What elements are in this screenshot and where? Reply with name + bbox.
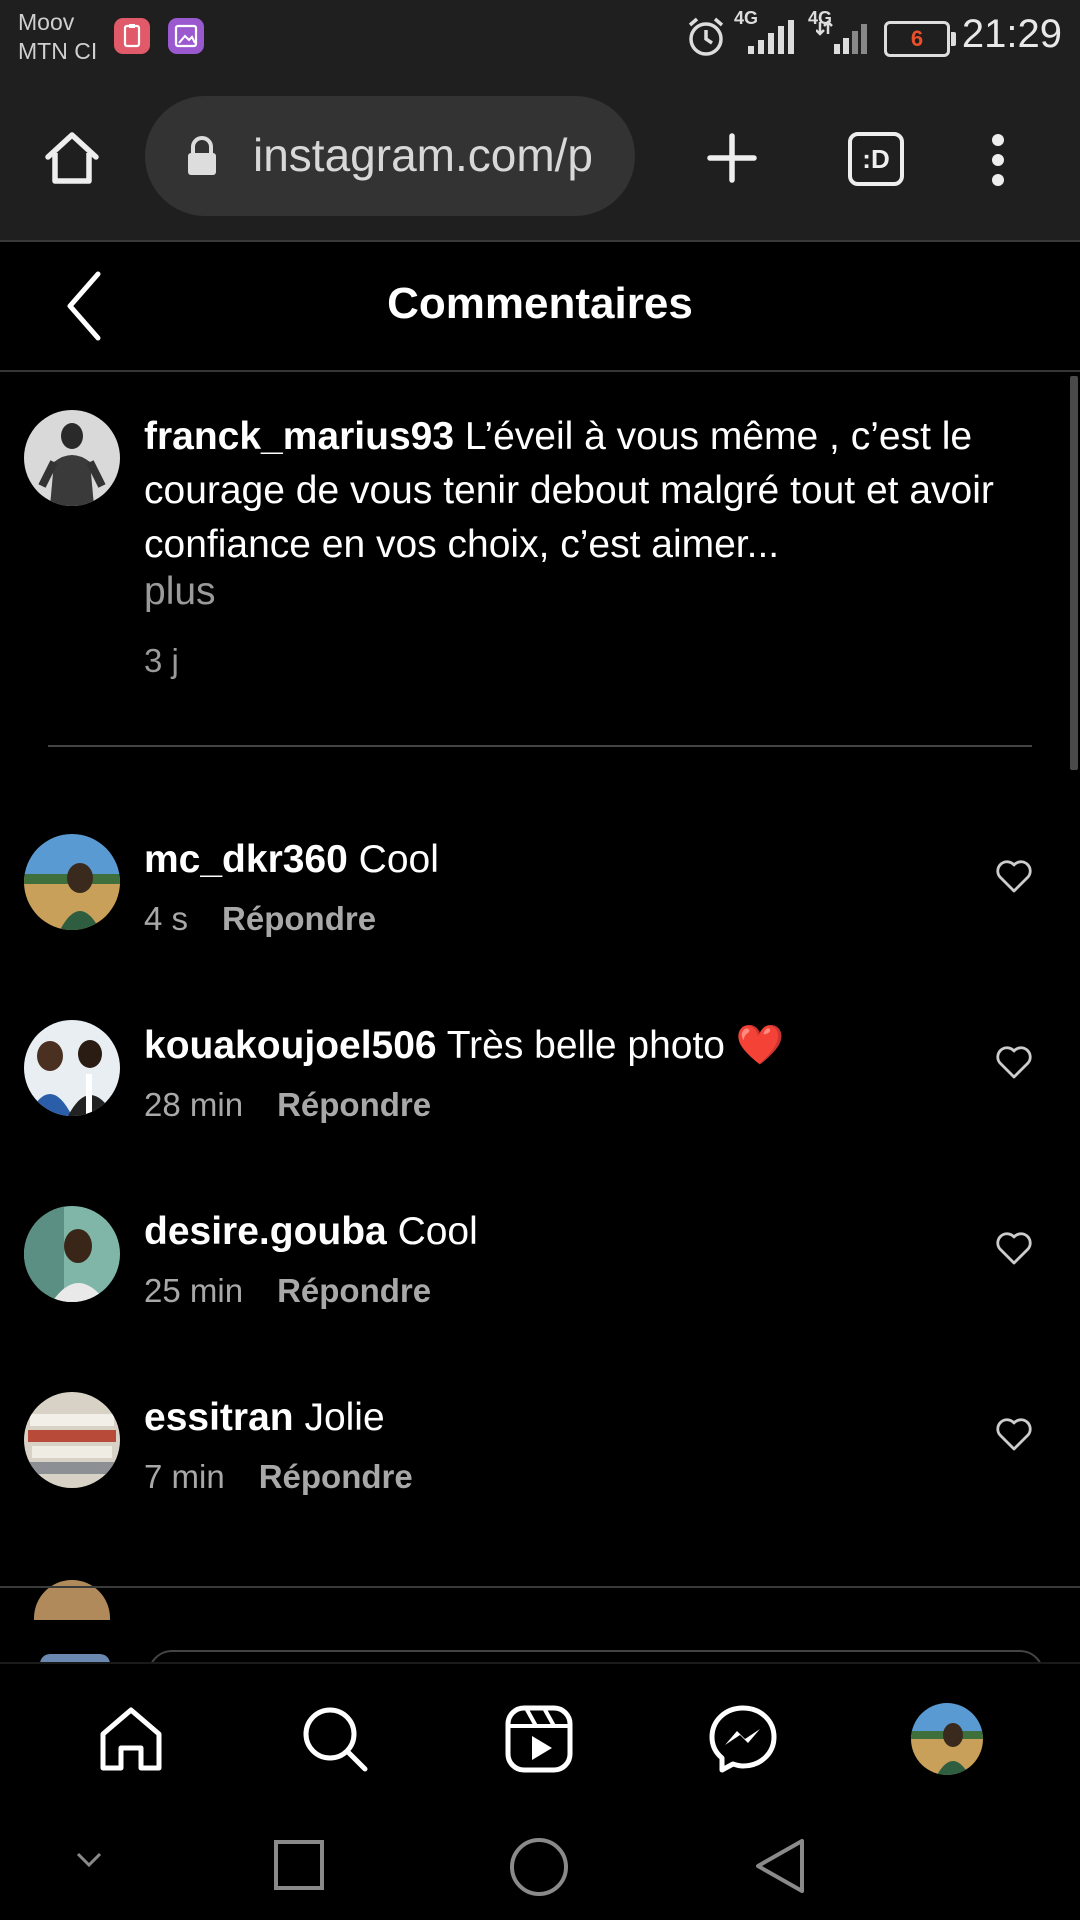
caption-divider xyxy=(48,745,1032,747)
comment-avatar[interactable] xyxy=(24,834,120,930)
alarm-icon xyxy=(688,17,724,56)
battery-icon: 6 xyxy=(884,21,956,57)
signal-icon-2 xyxy=(816,20,867,54)
nav-search[interactable] xyxy=(290,1694,380,1784)
comment-item: desire.gouba Cool 25 min Répondre xyxy=(0,1206,1080,1366)
more-link[interactable]: plus xyxy=(144,570,216,614)
reply-button[interactable]: Répondre xyxy=(259,1458,413,1495)
messenger-icon xyxy=(709,1705,777,1773)
signal-icon-1 xyxy=(748,20,794,54)
heart-icon[interactable] xyxy=(994,856,1034,896)
reply-button[interactable]: Répondre xyxy=(277,1272,431,1309)
browser-menu-button[interactable] xyxy=(976,120,1020,200)
scrollbar[interactable] xyxy=(1070,376,1078,770)
comment-text: Très belle photo ❤️ xyxy=(446,1024,785,1067)
composer-separator xyxy=(0,1586,1080,1588)
comment-text: Cool xyxy=(397,1210,478,1253)
nav-home[interactable] xyxy=(86,1694,176,1784)
caption-text: franck_marius93 L’éveil à vous même , c’… xyxy=(144,410,1064,572)
tab-switcher-label: :D xyxy=(862,143,890,174)
notification-app-icon xyxy=(114,18,150,54)
comment-item: essitran Jolie 7 min Répondre xyxy=(0,1392,1080,1552)
back-triangle-icon[interactable] xyxy=(752,1836,808,1896)
comment-item: kouakoujoel506 Très belle photo ❤️ 28 mi… xyxy=(0,1020,1080,1180)
nav-profile[interactable] xyxy=(902,1694,992,1784)
comment-text: Jolie xyxy=(304,1396,385,1439)
comment-username[interactable]: desire.gouba xyxy=(144,1210,387,1253)
comment-username[interactable]: kouakoujoel506 xyxy=(144,1024,437,1067)
caption-author-avatar[interactable] xyxy=(24,410,120,506)
browser-home-button[interactable] xyxy=(38,124,106,192)
recents-square-icon[interactable] xyxy=(272,1838,326,1892)
heart-icon[interactable] xyxy=(994,1042,1034,1082)
caption-username[interactable]: franck_marius93 xyxy=(144,415,454,458)
clock: 21:29 xyxy=(961,12,1062,56)
tab-switcher-button[interactable]: :D xyxy=(848,132,904,186)
comment-avatar[interactable] xyxy=(24,1392,120,1488)
caption-timestamp: 3 j xyxy=(144,642,179,679)
nav-reels[interactable] xyxy=(494,1694,584,1784)
comment-text: Cool xyxy=(358,838,439,881)
carrier-line-2: MTN CI xyxy=(18,38,98,64)
comment-avatar[interactable] xyxy=(24,1206,120,1302)
address-bar[interactable]: instagram.com/p xyxy=(145,96,635,216)
comment-avatar[interactable] xyxy=(24,1020,120,1116)
bottom-navigation xyxy=(0,1662,1080,1814)
page-title: Commentaires xyxy=(387,279,693,328)
profile-avatar xyxy=(911,1703,983,1775)
new-tab-button[interactable] xyxy=(700,122,764,194)
chevron-down-icon[interactable] xyxy=(74,1848,104,1872)
reply-button[interactable]: Répondre xyxy=(222,900,376,937)
status-bar: Moov MTN CI 4G 4G 6 21:29 xyxy=(0,0,1080,80)
heart-icon[interactable] xyxy=(994,1228,1034,1268)
comment-time: 7 min xyxy=(144,1458,225,1495)
carrier-info: Moov MTN CI xyxy=(18,8,97,66)
battery-level: 6 xyxy=(910,26,924,51)
lock-icon xyxy=(188,136,216,175)
browser-toolbar: instagram.com/p :D xyxy=(0,80,1080,242)
home-circle-icon[interactable] xyxy=(508,1836,570,1898)
system-navigation-bar xyxy=(0,1812,1080,1920)
nav-messenger[interactable] xyxy=(698,1694,788,1784)
comment-username[interactable]: mc_dkr360 xyxy=(144,838,348,881)
plus-icon xyxy=(707,133,757,183)
comments-header: Commentaires xyxy=(0,242,1080,372)
post-caption: franck_marius93 L’éveil à vous même , c’… xyxy=(0,372,1080,752)
url-text: instagram.com/p xyxy=(253,129,594,181)
heart-icon[interactable] xyxy=(994,1414,1034,1454)
reels-icon xyxy=(505,1705,573,1773)
comment-time: 4 s xyxy=(144,900,189,937)
carrier-line-1: Moov xyxy=(18,9,75,35)
reply-button[interactable]: Répondre xyxy=(277,1086,431,1123)
comment-time: 28 min xyxy=(144,1086,244,1123)
comment-time: 25 min xyxy=(144,1272,244,1309)
home-icon xyxy=(100,1707,162,1771)
comment-username[interactable]: essitran xyxy=(144,1396,294,1439)
search-icon xyxy=(303,1707,368,1772)
more-vert-icon xyxy=(992,134,1004,186)
comment-item: mc_dkr360 Cool 4 s Répondre xyxy=(0,834,1080,994)
gallery-notification-icon xyxy=(168,18,204,54)
home-icon xyxy=(45,132,99,184)
